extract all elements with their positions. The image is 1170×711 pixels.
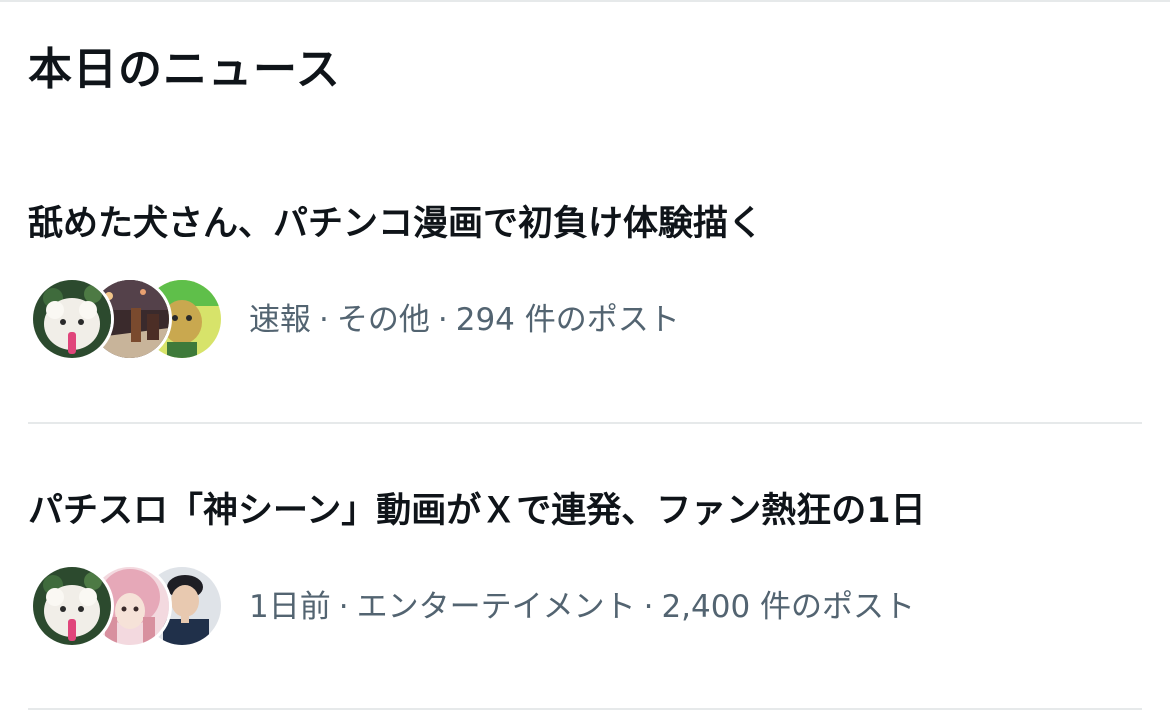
avatar-stack xyxy=(30,277,224,361)
meta-separator: · xyxy=(437,302,448,338)
news-headline[interactable]: 舐めた犬さん、パチンコ漫画で初負け体験描く xyxy=(28,200,763,248)
news-meta: 速報 · その他 · 294 件のポスト xyxy=(249,300,680,340)
news-item[interactable]: 舐めた犬さん、パチンコ漫画で初負け体験描く 速報 · その他 · 294 件のポ… xyxy=(0,190,1170,422)
news-category: その他 xyxy=(336,302,430,338)
news-meta: 1日前 · エンターテイメント · 2,400 件のポスト xyxy=(249,587,915,627)
divider xyxy=(28,708,1142,710)
news-category: エンターテイメント xyxy=(356,589,636,625)
sheep-plush-avatar xyxy=(30,564,114,648)
news-item[interactable]: パチスロ「神シーン」動画がＸで連発、ファン熱狂の1日 1日前 · エンターテイメ… xyxy=(0,477,1170,709)
news-post-count: 294 件のポスト xyxy=(455,302,680,338)
meta-separator: · xyxy=(338,589,349,625)
meta-separator: · xyxy=(643,589,654,625)
meta-separator: · xyxy=(319,302,329,338)
avatar-stack xyxy=(30,564,224,648)
divider xyxy=(28,422,1142,424)
sheep-plush-avatar xyxy=(30,277,114,361)
news-post-count: 2,400 件のポスト xyxy=(661,589,916,625)
news-headline[interactable]: パチスロ「神シーン」動画がＸで連発、ファン熱狂の1日 xyxy=(28,487,926,535)
news-time: 速報 xyxy=(249,302,311,338)
news-time: 1日前 xyxy=(249,589,331,625)
top-divider xyxy=(0,0,1170,2)
section-title: 本日のニュース xyxy=(28,44,341,95)
